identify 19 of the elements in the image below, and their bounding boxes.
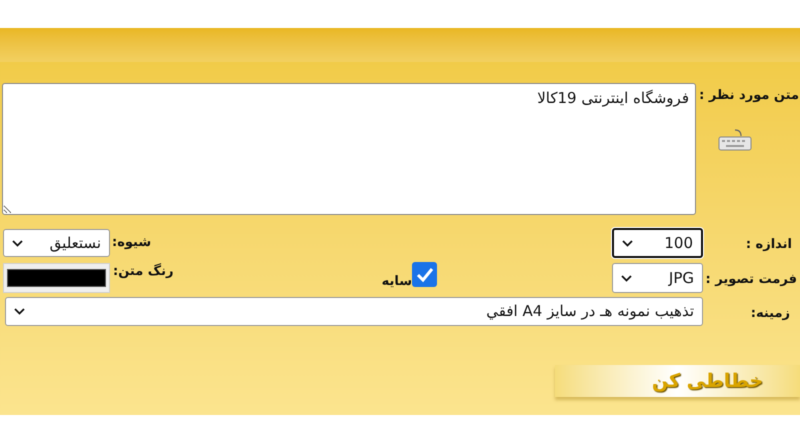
- caret-icon: [12, 240, 23, 246]
- checkbox[interactable]: [412, 262, 437, 287]
- field-label: متن مورد نظر :: [699, 87, 799, 105]
- text-input[interactable]: فروشگاه اینترنتی 19کالا: [2, 83, 696, 215]
- color-picker[interactable]: [3, 263, 110, 293]
- field-label: زمینه:: [750, 306, 790, 320]
- select-field[interactable]: 100: [612, 228, 703, 258]
- field-label: شیوه:: [112, 234, 152, 252]
- select-field[interactable]: تذهیب نمونه هـ در سایز A4 افقي: [5, 297, 703, 326]
- select-field[interactable]: نستعلیق: [3, 229, 110, 257]
- select-field[interactable]: JPG: [612, 263, 703, 293]
- caret-icon: [14, 308, 25, 315]
- keyboard-icon[interactable]: [717, 128, 753, 152]
- field-label: سایه: [382, 272, 412, 290]
- caret-icon: [621, 274, 632, 282]
- field-label: اندازه :: [746, 237, 792, 252]
- caret-icon: [622, 240, 633, 246]
- field-label: فرمت تصویر :: [706, 272, 797, 287]
- field-label: رنگ متن:: [113, 262, 174, 281]
